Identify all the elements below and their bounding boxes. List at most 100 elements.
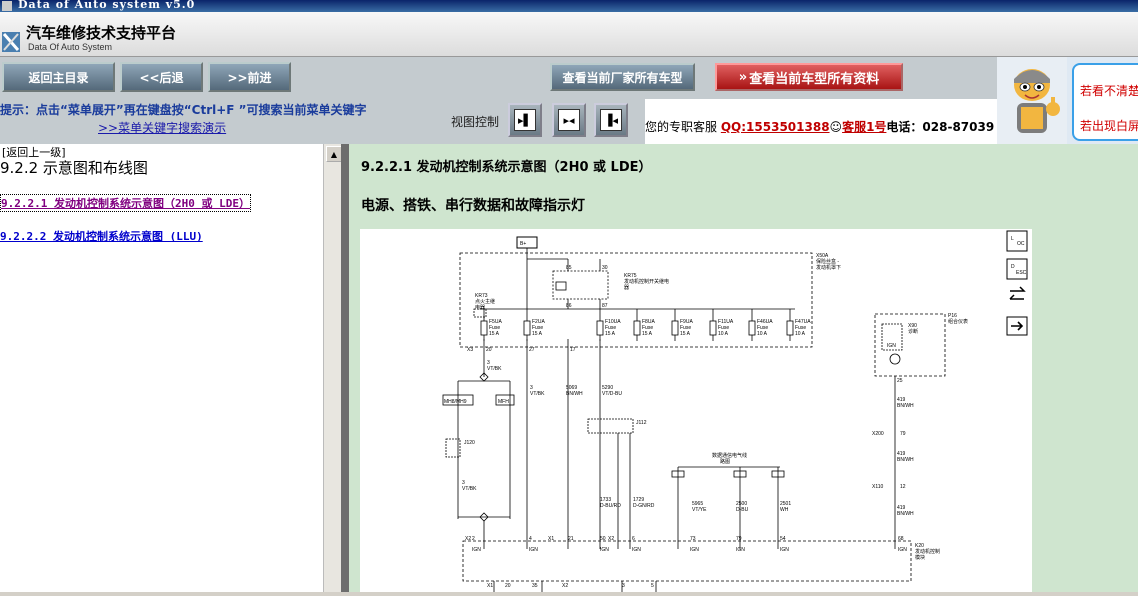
toc-item[interactable]: 9.2.2.1 发动机控制系统示意图（2H0 或 LDE） — [0, 194, 251, 212]
wire-color: D-BU/RD — [600, 503, 621, 509]
k20-desc: 发动机控制 — [915, 548, 940, 555]
x200-label: X200 — [872, 431, 884, 437]
notice-line-2[interactable]: 若出现白屏 — [1080, 117, 1138, 134]
wire-color: VT/BK — [530, 391, 545, 397]
desc-icon[interactable]: D ESC — [1006, 258, 1028, 280]
qq-link[interactable]: QQ:1553501388 — [721, 120, 830, 134]
k20-pin-label: 68 — [898, 536, 904, 542]
double-chevron-icon: » — [738, 69, 748, 85]
x1-label: X1 — [548, 536, 554, 542]
wire-color: VT/BK — [487, 366, 502, 372]
x1-bottom-label: X1 — [487, 583, 493, 589]
scroll-up-icon[interactable]: ▲ — [326, 146, 342, 162]
kr75-desc: 发动机控制开关继电 — [624, 278, 669, 285]
forward-button[interactable]: >>前进 — [208, 62, 291, 92]
back-button[interactable]: <<后退 — [120, 62, 203, 92]
k20-pin-label: 21 — [568, 536, 574, 542]
app-name: 汽车维修技术支持平台 — [26, 24, 177, 42]
search-demo-link[interactable]: >>菜单关键字搜索演示 — [98, 119, 226, 136]
k20-pin-label: 54 — [780, 536, 786, 542]
k20-pin-label: 79 — [736, 536, 742, 542]
fuse-rating: 15 A — [605, 331, 616, 337]
wire-color: BN/WH — [566, 391, 583, 397]
ign-pin-label: IGN — [736, 547, 745, 553]
pin-label: 87 — [602, 303, 608, 309]
arrow-left-bar-icon: ▐◂ — [600, 109, 622, 131]
svg-text:OC: OC — [1017, 241, 1025, 247]
pin-label: 5 — [651, 583, 654, 589]
wire-color: VT/BK — [462, 486, 477, 492]
view-expand-left-button[interactable]: ▐◂ — [594, 103, 628, 137]
pin-label: 20 — [486, 347, 492, 353]
wire-color: VT/YE — [692, 507, 707, 513]
pin-label: 35 — [532, 583, 538, 589]
x50a-desc: 保险丝盒 - — [816, 258, 839, 265]
pin-label: 25 — [897, 378, 903, 384]
view-control-label: 视图控制 — [451, 115, 500, 129]
svg-text:D: D — [1011, 264, 1015, 270]
wire-color: BN/WH — [897, 457, 914, 463]
fuse-symbol — [480, 320, 488, 336]
k20-pin-label: 2 — [472, 536, 475, 542]
x3-label: X3 — [467, 347, 473, 353]
mascot-image — [997, 57, 1067, 144]
section-title: 9.2.2 示意图和布线图 — [0, 159, 148, 177]
app-icon — [2, 1, 12, 11]
loc-icon[interactable]: L OC — [1006, 230, 1028, 252]
pin-label: 79 — [900, 431, 906, 437]
fuse-rating: 15 A — [680, 331, 691, 337]
x50a-desc: 发动机罩下 — [816, 264, 841, 271]
x90-desc: 诊断 — [908, 328, 918, 335]
search-hint: 提示：点击“菜单展开”再在键盘按“Ctrl+F ”可搜索当前菜单关键字 — [0, 103, 367, 117]
ign-pin-label: IGN — [529, 547, 538, 553]
bplus-label: B+ — [520, 241, 526, 247]
fuse-symbol — [748, 320, 756, 336]
mechanic-mascot-icon — [1014, 69, 1060, 133]
pin-label: 3 — [622, 583, 625, 589]
fuse-symbol — [786, 320, 794, 336]
ign-label: IGN — [887, 343, 896, 349]
notice-line-1[interactable]: 若看不清楚 — [1080, 82, 1138, 99]
swap-icon[interactable] — [1009, 286, 1026, 300]
k20-pin-label: 6 — [632, 536, 635, 542]
x110-label: X110 — [872, 484, 884, 490]
left-scrollbar[interactable]: ▲ — [323, 144, 342, 592]
factory-models-button[interactable]: 查看当前厂家所有车型 — [550, 63, 695, 91]
view-expand-right-button[interactable]: ▸▌ — [508, 103, 542, 137]
toc-item[interactable]: 9.2.2.2 发动机控制系统示意图 (LLU) — [0, 228, 203, 244]
ign-pin-label: IGN — [898, 547, 907, 553]
wire-color: D-BU — [736, 507, 749, 513]
wiring-diagram: F5UA Fuse 15 A F2UA Fuse 15 A F10UA Fuse 15 A F8U… — [360, 229, 1032, 592]
pin-label: 86 — [566, 303, 572, 309]
all-data-button[interactable]: » 查看当前车型所有资料 — [715, 63, 903, 91]
wire-color: VT/D-BU — [602, 391, 622, 397]
doc-subtitle: 电源、搭铁、串行数据和故障指示灯 — [361, 198, 585, 214]
wire-color: WH — [780, 507, 789, 513]
title-bar: Data of Auto system v5.0 — [0, 0, 1138, 12]
svg-text:ESC: ESC — [1016, 270, 1027, 276]
wire-color: D-GN/RD — [633, 503, 655, 509]
fuse-symbol — [671, 320, 679, 336]
ign-pin-label: IGN — [780, 547, 789, 553]
phone-number: 电话：028-87039 — [886, 120, 995, 134]
j112-label: J112 — [636, 420, 647, 426]
fuse-rating: 10 A — [757, 331, 768, 337]
fuse-rating: 15 A — [642, 331, 653, 337]
home-button[interactable]: 返回主目录 — [2, 62, 115, 92]
k20-desc: 模块 — [915, 554, 925, 561]
k20-pin-label: 4 — [529, 536, 532, 542]
fuse-rating: 15 A — [532, 331, 543, 337]
view-split-button[interactable]: ▸◂ — [552, 103, 586, 137]
wire-color: BN/WH — [897, 511, 914, 517]
x2-label: X2 — [608, 536, 614, 542]
pin-label: 30 — [602, 265, 608, 271]
pin-label: 85 — [566, 265, 572, 271]
fuse-symbol — [709, 320, 717, 336]
pane-splitter[interactable] — [341, 144, 349, 592]
arrow-icon[interactable] — [1006, 316, 1028, 336]
all-data-label: 查看当前车型所有资料 — [749, 71, 880, 87]
tools-icon — [2, 32, 20, 52]
kf-link[interactable]: 客服1号 — [842, 120, 886, 134]
fuse-symbol — [523, 320, 531, 336]
mfh-label: MFH — [498, 399, 509, 405]
